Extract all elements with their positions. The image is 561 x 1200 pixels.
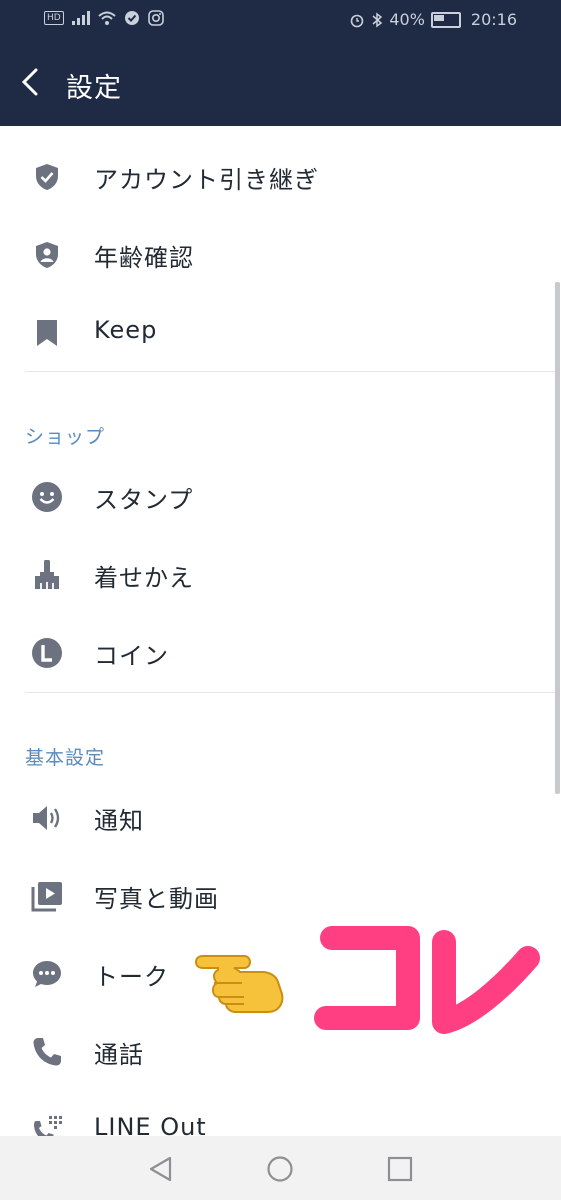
header: 設定 [0,40,561,126]
settings-item-label: 着せかえ [94,564,194,592]
settings-item-coins[interactable]: コイン [0,614,561,692]
section-title-basic: 基本設定 [25,747,106,769]
battery-icon [430,11,461,28]
settings-item-account-transfer[interactable]: アカウント引き継ぎ [0,138,561,216]
battery-percent: 40% [389,10,425,29]
recents-square-icon[interactable] [385,1154,415,1184]
wifi-icon [98,11,116,25]
bookmark-icon [37,320,57,346]
instagram-icon [147,10,164,26]
media-icon [31,882,62,912]
smiley-icon [32,482,62,512]
shield-check-icon [36,164,58,190]
settings-item-label: スタンプ [94,486,194,514]
settings-item-label: Keep [94,316,158,344]
pointing-hand-icon [194,955,284,1013]
settings-item-themes[interactable]: 着せかえ [0,536,561,614]
coin-l-icon [32,638,62,668]
settings-item-stickers[interactable]: スタンプ [0,458,561,536]
section-divider [25,371,556,372]
phone-icon [33,1038,61,1066]
settings-item-label: 写真と動画 [94,885,219,913]
scrollbar[interactable] [555,282,560,794]
settings-item-label: アカウント引き継ぎ [94,166,319,194]
section-divider [25,692,556,693]
signal-icon [71,11,90,25]
paintbrush-icon [35,560,59,589]
handwritten-annotation [314,926,540,1034]
clock: 20:16 [470,10,517,29]
back-triangle-icon[interactable] [146,1154,176,1184]
section-title-shop: ショップ [25,426,106,448]
settings-item-notifications[interactable]: 通知 [0,779,561,857]
bluetooth-icon [372,12,383,27]
settings-item-label: トーク [94,963,169,991]
alarm-icon [351,14,364,27]
speaker-icon [33,806,60,830]
settings-item-label: 通知 [94,807,144,835]
shield-person-icon [36,242,58,268]
app-top-bar: HD 40% 20:16 設定 [0,0,561,126]
settings-item-label: 年齢確認 [94,244,194,272]
settings-item-label: コイン [94,642,169,670]
check-icon [124,11,139,25]
chat-bubble-icon [33,961,61,987]
system-nav-bar [0,1136,561,1200]
status-bar: HD 40% 20:16 [0,0,561,40]
settings-item-keep[interactable]: Keep [0,294,561,372]
chevron-left-icon[interactable] [14,64,50,100]
status-bar-right: 40% 20:16 [349,10,517,29]
home-circle-icon[interactable] [265,1154,295,1184]
hd-icon: HD [44,11,64,25]
status-bar-left: HD [44,10,164,26]
settings-item-label: 通話 [94,1041,144,1069]
settings-item-age-verification[interactable]: 年齢確認 [0,216,561,294]
page-title: 設定 [66,73,122,104]
